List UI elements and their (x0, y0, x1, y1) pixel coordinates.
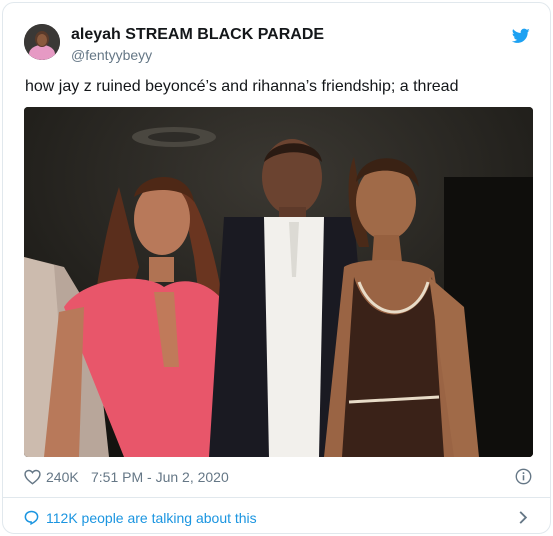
divider (3, 497, 550, 498)
avatar[interactable] (24, 24, 60, 60)
photo-image (24, 107, 533, 457)
chevron-right-icon[interactable] (518, 510, 528, 525)
avatar-image (24, 24, 60, 60)
tweet-photo[interactable] (24, 107, 533, 457)
info-icon[interactable] (515, 468, 532, 485)
twitter-bird-icon[interactable] (511, 28, 530, 44)
tweet-timestamp[interactable]: 7:51 PM - Jun 2, 2020 (91, 469, 229, 485)
like-count[interactable]: 240K (46, 469, 79, 485)
tweet-text: how jay z ruined beyoncé’s and rihanna’s… (25, 78, 459, 95)
speech-bubble-icon (24, 510, 39, 526)
tweet-card[interactable]: aleyah STREAM BLACK PARADE @fentyybeyy h… (2, 2, 551, 534)
tweet-meta: 240K 7:51 PM - Jun 2, 2020 (24, 467, 532, 487)
author-display-name[interactable]: aleyah STREAM BLACK PARADE (71, 26, 324, 44)
author-handle[interactable]: @fentyybeyy (71, 47, 152, 63)
conversation-link[interactable]: 112K people are talking about this (24, 507, 532, 529)
heart-icon[interactable] (24, 469, 41, 485)
conversation-label[interactable]: 112K people are talking about this (46, 510, 257, 526)
